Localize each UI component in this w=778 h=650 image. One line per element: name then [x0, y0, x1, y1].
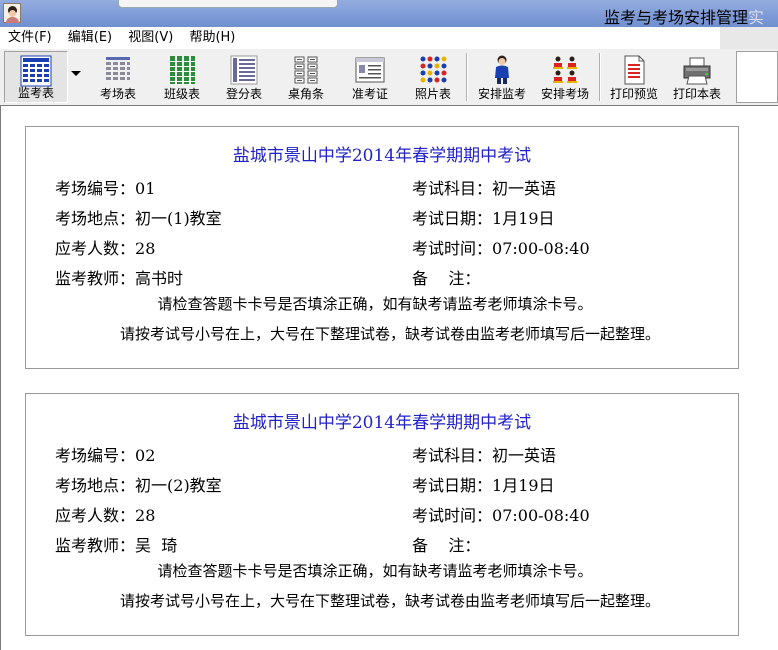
class-table-label: 班级表 — [163, 87, 200, 101]
toolbar-separator — [466, 53, 468, 101]
desk-label-button[interactable]: 桌角条 — [278, 51, 334, 103]
instruction-line-1: 请检查答题卡卡号是否填涂正确，如有缺考请监考老师填涂卡号。 — [157, 562, 593, 580]
menu-edit[interactable]: 编辑(E) — [62, 27, 118, 48]
menu-bar: 文件(F) 编辑(E) 视图(V) 帮助(H) — [0, 27, 778, 50]
count-field: 应考人数：28 — [55, 506, 156, 525]
instruction-line-2: 请按考试号小号在上，大号在下整理试卷，缺考试卷由监考老师填写后一起整理。 — [119, 592, 660, 610]
score-table-button[interactable]: 登分表 — [216, 51, 272, 103]
arrange-invigilation-label: 安排监考 — [477, 87, 526, 101]
print-preview-label: 打印预览 — [609, 87, 658, 101]
exam-room-card: 盐城市景山中学2014年春学期期中考试 考场编号：02 考试科目：初一英语 考场… — [25, 393, 739, 636]
title-bar: 监考与考场安排管理实 — [0, 0, 778, 27]
location-field: 考场地点：初一(1)教室 — [55, 209, 222, 228]
invigilation-table-label: 监考表 — [17, 86, 54, 100]
invigilation-table-button[interactable]: 监考表 — [4, 51, 68, 103]
document-area[interactable]: 盐城市景山中学2014年春学期期中考试 考场编号：01 考试科目：初一英语 考场… — [0, 105, 778, 650]
chevron-down-icon[interactable] — [71, 71, 81, 76]
exam-room-table-button[interactable]: 考场表 — [90, 51, 146, 103]
desk-label-label: 桌角条 — [287, 87, 324, 101]
time-field: 考试时间：07:00-08:40 — [412, 506, 590, 525]
subject-field: 考试科目：初一英语 — [412, 446, 557, 465]
date-field: 考试日期：1月19日 — [412, 476, 555, 495]
photo-table-label: 照片表 — [414, 87, 451, 101]
app-avatar-icon[interactable] — [3, 3, 21, 23]
toolbar-separator — [599, 53, 601, 101]
count-field: 应考人数：28 — [55, 239, 156, 258]
toolbar-right-panel — [736, 51, 778, 103]
exam-room-card: 盐城市景山中学2014年春学期期中考试 考场编号：01 考试科目：初一英语 考场… — [25, 126, 739, 369]
exam-room-table-label: 考场表 — [99, 87, 136, 101]
class-table-button[interactable]: 班级表 — [154, 51, 210, 103]
print-table-button[interactable]: 打印本表 — [666, 51, 728, 103]
room-number-field: 考场编号：02 — [55, 446, 156, 465]
menu-right-panel — [720, 27, 778, 49]
teacher-field: 监考教师：吴 琦 — [55, 536, 178, 555]
card-title: 盐城市景山中学2014年春学期期中考试 — [232, 413, 532, 433]
admission-ticket-label: 准考证 — [351, 87, 388, 101]
room-number-field: 考场编号：01 — [55, 179, 156, 198]
print-table-label: 打印本表 — [672, 87, 721, 101]
time-field: 考试时间：07:00-08:40 — [412, 239, 590, 258]
window-title: 监考与考场安排管理实 — [603, 8, 764, 27]
menu-file[interactable]: 文件(F) — [0, 27, 58, 48]
menu-help[interactable]: 帮助(H) — [183, 27, 241, 48]
window-title-trailing: 实 — [747, 8, 764, 27]
remark-field: 备 注： — [412, 536, 481, 555]
arrange-exam-room-label: 安排考场 — [540, 87, 589, 101]
admission-ticket-button[interactable]: 准考证 — [342, 51, 398, 103]
score-table-label: 登分表 — [225, 87, 262, 101]
remark-field: 备 注： — [412, 269, 481, 288]
arrange-exam-room-button[interactable]: 安排考场 — [534, 51, 596, 103]
menu-view[interactable]: 视图(V) — [122, 27, 179, 48]
instruction-line-1: 请检查答题卡卡号是否填涂正确，如有缺考请监考老师填涂卡号。 — [157, 295, 593, 313]
toolbar: 监考表 考场表 班级表 登分表 桌角条 准考证 照片表 安排监考 安排考场 打印… — [0, 49, 778, 106]
date-field: 考试日期：1月19日 — [412, 209, 555, 228]
teacher-field: 监考教师：高书时 — [55, 269, 184, 288]
photo-table-button[interactable]: 照片表 — [404, 51, 462, 103]
instruction-line-2: 请按考试号小号在上，大号在下整理试卷，缺考试卷由监考老师填写后一起整理。 — [119, 325, 660, 343]
print-preview-button[interactable]: 打印预览 — [604, 51, 664, 103]
arrange-invigilation-button[interactable]: 安排监考 — [472, 51, 532, 103]
title-tab — [118, 0, 338, 8]
card-title: 盐城市景山中学2014年春学期期中考试 — [232, 146, 532, 166]
subject-field: 考试科目：初一英语 — [412, 179, 557, 198]
location-field: 考场地点：初一(2)教室 — [55, 476, 222, 495]
